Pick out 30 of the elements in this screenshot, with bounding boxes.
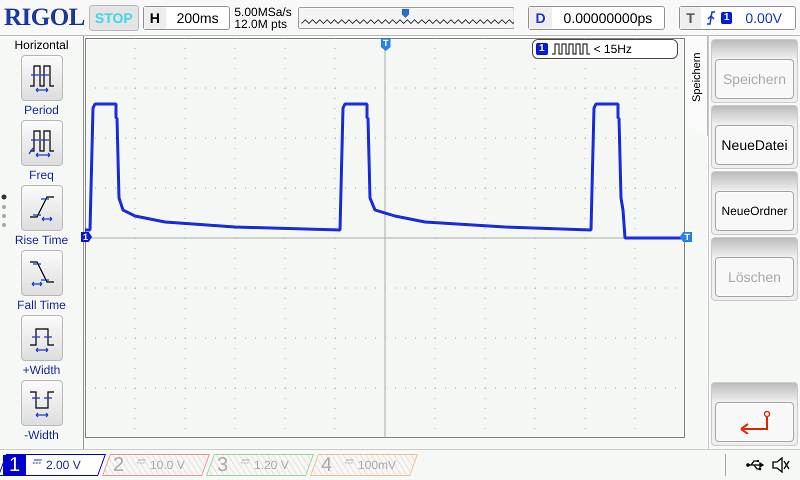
timebase-label: H bbox=[144, 6, 166, 28]
trigger-level: 0.00V bbox=[744, 10, 783, 26]
channel-tag[interactable]: 1 2.00 V bbox=[0, 454, 106, 476]
delay-label: D bbox=[529, 6, 552, 28]
channel-badge: 1 bbox=[536, 43, 548, 55]
menu-tab[interactable]: Speichern bbox=[686, 36, 708, 136]
delay-value: 0.00000000ps bbox=[562, 10, 654, 26]
memory-depth: 12.0M pts bbox=[234, 18, 288, 30]
rising-edge-icon bbox=[706, 10, 716, 24]
delay-box[interactable]: D 0.00000000ps bbox=[528, 6, 666, 30]
trigger-label: T bbox=[680, 6, 701, 28]
softkey-button[interactable]: NeueDatei bbox=[715, 125, 794, 165]
menu-title: Horizontal bbox=[14, 38, 69, 52]
timebase-value: 200ms bbox=[176, 10, 220, 26]
brand-logo: RIGOL bbox=[4, 4, 85, 32]
channel-badge: 1 bbox=[720, 12, 732, 24]
usb-icon bbox=[746, 459, 766, 471]
dc-coupling-icon bbox=[240, 459, 250, 464]
dc-coupling-icon bbox=[32, 459, 42, 464]
trigger-box[interactable]: T 1 0.00V bbox=[679, 6, 796, 30]
timebase-box[interactable]: H 200ms bbox=[142, 6, 230, 30]
pulse-train-icon bbox=[552, 43, 590, 55]
speaker-muted-icon bbox=[772, 457, 790, 473]
sample-rate: 5.00MSa/s bbox=[234, 6, 292, 18]
frequency-value: < 15Hz bbox=[594, 42, 632, 56]
softkey-button[interactable]: NeueOrdner bbox=[715, 191, 794, 231]
page-indicator-icon bbox=[1, 194, 7, 228]
dc-coupling-icon bbox=[136, 459, 146, 464]
dc-coupling-icon bbox=[344, 459, 354, 464]
return-button[interactable] bbox=[715, 402, 794, 442]
